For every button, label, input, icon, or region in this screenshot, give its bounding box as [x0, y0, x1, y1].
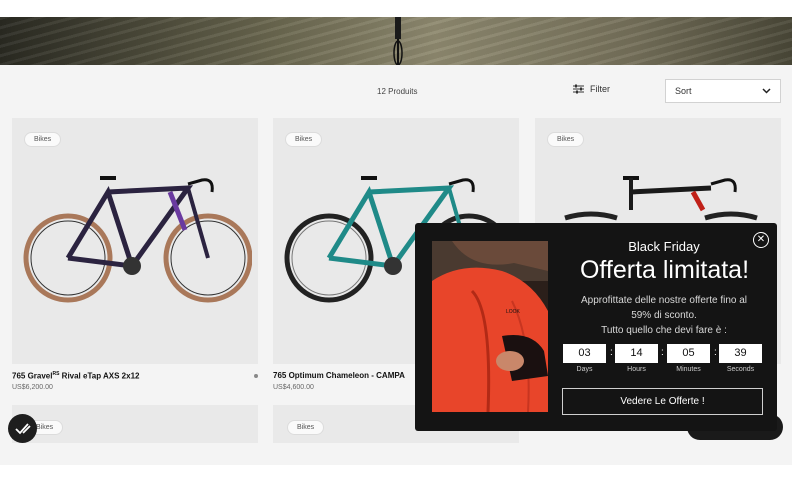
countdown-label: Seconds: [726, 366, 755, 373]
sort-value: Sort: [675, 86, 692, 96]
page: 12 Produits Filter Sort Bikes 765 Gravel…: [0, 0, 800, 484]
popup-headline: Offerta limitata!: [579, 256, 750, 284]
countdown-label: Hours: [627, 366, 646, 373]
product-price: US$4,600.00: [273, 384, 314, 391]
cyclist-silhouette: [393, 17, 403, 65]
bike-image: [23, 176, 252, 303]
promo-popup: LOOK ✕ Black Friday Offerta limitata! Ap…: [415, 223, 777, 431]
cyclist-photo: LOOK: [432, 241, 548, 412]
view-offers-button[interactable]: Vedere Le Offerte !: [562, 388, 763, 415]
popup-description: Approfittate delle nostre offerte fino a…: [580, 295, 748, 336]
jersey-logo: LOOK: [506, 309, 521, 315]
color-swatch[interactable]: [254, 374, 258, 378]
filter-button[interactable]: Filter: [573, 84, 610, 94]
countdown-separator: :: [661, 347, 664, 358]
promo-photo: LOOK: [432, 241, 548, 412]
product-price: US$6,200.00: [12, 384, 53, 391]
countdown-days: 03: [563, 344, 606, 363]
countdown-hours: 14: [615, 344, 658, 363]
logo-icon: [14, 422, 31, 434]
countdown-minutes: 05: [667, 344, 710, 363]
product-card[interactable]: Bikes: [12, 405, 258, 443]
brand-logo-button[interactable]: [8, 414, 37, 443]
countdown-label: Days: [576, 366, 593, 373]
sliders-icon: [573, 84, 584, 94]
chevron-down-icon: [762, 88, 771, 94]
countdown-seconds: 39: [719, 344, 762, 363]
sort-select[interactable]: Sort: [665, 79, 781, 103]
countdown-label: Minutes: [676, 366, 701, 373]
product-count: 12 Produits: [377, 87, 418, 96]
product-name[interactable]: 765 GravelRS Rival eTap AXS 2x12: [12, 371, 139, 381]
filter-label: Filter: [590, 84, 610, 94]
product-card[interactable]: Bikes: [12, 118, 258, 364]
product-name[interactable]: 765 Optimum Chameleon - CAMPA: [273, 371, 405, 380]
countdown-separator: :: [610, 347, 613, 358]
category-badge: Bikes: [24, 132, 62, 147]
hero-banner: [0, 17, 792, 65]
category-badge: Bikes: [285, 132, 323, 147]
category-badge: Bikes: [287, 420, 325, 435]
popup-eyebrow: Black Friday: [628, 239, 700, 254]
category-badge: Bikes: [547, 132, 585, 147]
countdown-separator: :: [714, 347, 717, 358]
